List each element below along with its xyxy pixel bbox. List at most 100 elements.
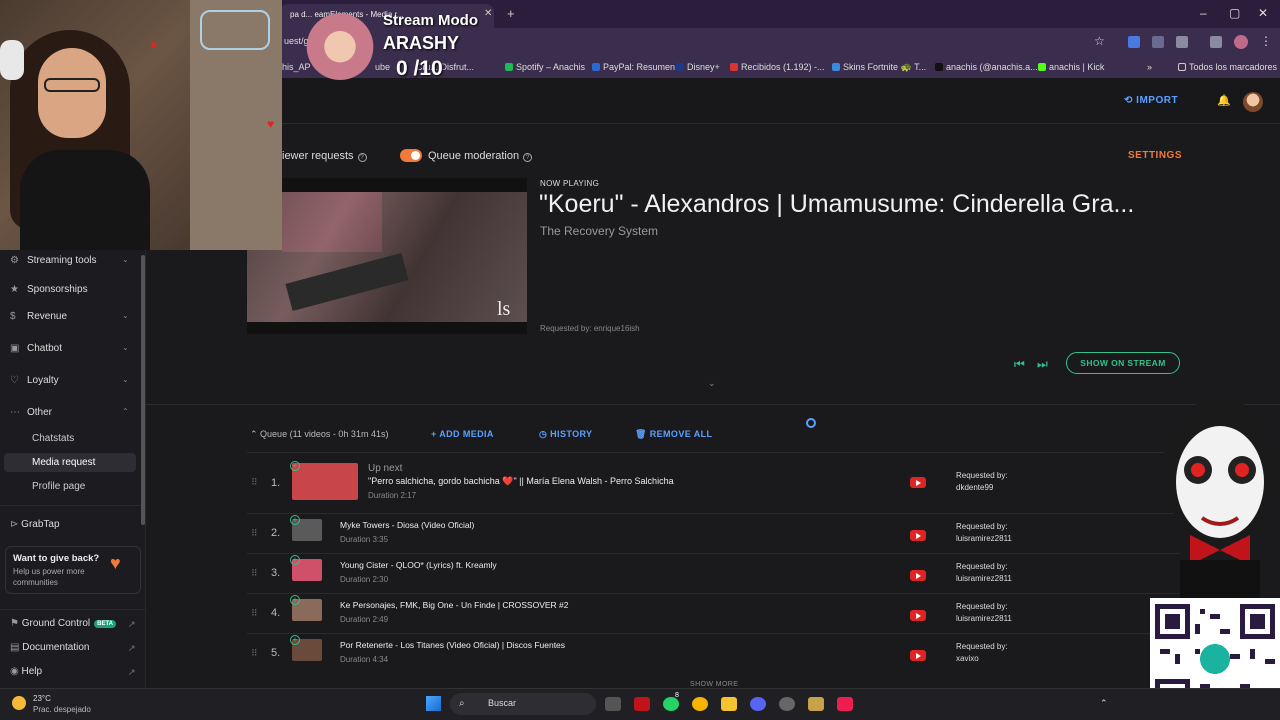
show-on-stream-button[interactable]: SHOW ON STREAM [1066,352,1180,374]
info-icon[interactable]: ? [357,153,367,162]
next-icon[interactable]: ⏭ [1037,357,1048,372]
minimize-icon[interactable]: – [1200,6,1207,20]
add-media-button[interactable]: + ADD MEDIA [431,429,494,439]
bookmark-star-icon[interactable]: ☆ [1094,34,1105,48]
sidebar-item-other[interactable]: ⋯ Other ⌃ [10,407,129,418]
windows-start-icon[interactable] [426,696,441,711]
bookmark-item[interactable]: anachis | Kick [1038,62,1104,72]
profile-icon[interactable] [1234,35,1248,49]
puzzle-icon[interactable] [1176,36,1188,48]
whatsapp-icon[interactable] [663,697,679,711]
sidebar-item-media-request[interactable]: Media request [32,457,95,468]
show-more-button[interactable]: SHOW MORE [690,681,738,688]
extension-icon[interactable] [1152,36,1164,48]
discord-icon[interactable] [750,697,766,711]
fortnite-icon [832,63,840,71]
stream-mode-counter: 0 /10 [396,57,443,80]
sidebar-item-grabtap[interactable]: ⊳ GrabTap [10,519,60,530]
close-tab-icon[interactable]: ✕ [484,8,492,19]
give-back-text: Help us power more [13,567,85,576]
approve-icon[interactable]: + [290,555,300,565]
requester-name: luisramirez2811 [956,614,1012,623]
youtube-icon [910,530,926,541]
sidebar-item-loyalty[interactable]: ♡ Loyalty ⌄ [10,375,129,386]
approve-icon[interactable]: + [290,515,300,525]
maximize-icon[interactable]: ▢ [1229,6,1240,20]
drag-handle-icon[interactable]: ⠿ [251,608,258,619]
drag-handle-icon[interactable]: ⠿ [251,528,258,539]
remove-all-button[interactable]: 🗑 REMOVE ALL [635,429,712,440]
paypal-icon [592,63,600,71]
divider [0,609,146,610]
youtube-icon [910,477,926,488]
bookmark-item[interactable]: Recibidos (1.192) -... [730,62,825,72]
approve-icon[interactable]: + [290,595,300,605]
give-back-card[interactable]: Want to give back? Help us power more co… [5,546,141,594]
chrome-icon[interactable] [692,697,708,711]
menu-dots-icon[interactable]: ⋮ [1260,34,1272,48]
folder-icon[interactable] [721,697,737,711]
tray-chevron-icon[interactable]: ⌃ [1100,698,1108,709]
approve-icon[interactable]: + [290,635,300,645]
weather-description: Prac. despejado [33,705,91,714]
sidebar-icon[interactable] [1210,36,1222,48]
bookmark-folder[interactable]: Todos los marcadores [1178,62,1277,72]
sidebar-item-revenue[interactable]: $ Revenue ⌄ [10,311,129,322]
chevron-down-icon[interactable]: ⌄ [708,378,716,389]
close-window-icon[interactable]: ✕ [1258,6,1268,20]
queue-row[interactable]: ⠿ 3. + Young Cister - QLOO* (Lyrics) ft.… [247,553,1180,593]
sidebar-item-chatstats[interactable]: Chatstats [32,433,74,444]
avatar-sticker [303,6,377,80]
requested-by-label: Requested by: [956,471,1008,480]
queue-moderation-toggle[interactable] [400,149,422,162]
documentation-link[interactable]: ▤ Documentation [10,642,90,653]
stream-mode-name: ARASHY [383,33,460,53]
task-view-icon[interactable] [605,697,621,711]
queue-row[interactable]: ⠿ 5. + Por Retenerte - Los Titanes (Vide… [247,633,1180,673]
youtube-icon [910,570,926,581]
drag-handle-icon[interactable]: ⠿ [251,477,258,488]
bell-icon[interactable]: 🔔 [1217,94,1231,107]
help-link[interactable]: ◉ Help [10,666,42,677]
ground-control-link[interactable]: ⚑ Ground Control BETA [10,618,117,629]
bookmark-item[interactable]: anachis (@anachis.a... [935,62,1038,72]
sidebar-item-chatbot[interactable]: ▣ Chatbot ⌄ [10,343,129,354]
bookmark-item[interactable]: Spotify – Anachis [505,62,585,72]
bookmark-item[interactable]: PayPal: Resumen [592,62,675,72]
drag-handle-icon[interactable]: ⠿ [251,648,258,659]
chevron-down-icon: ⌄ [122,255,129,264]
approve-icon[interactable]: + [290,461,300,471]
bookmark-item[interactable]: Skins Fortnite 🐢 T... [832,62,926,73]
new-tab-button[interactable]: + [507,6,515,21]
queue-row[interactable]: ⠿ 1. + Up next "Perro salchicha, gordo b… [247,452,1180,513]
import-button[interactable]: ⟲ IMPORT [1124,95,1178,106]
requester-name: luisramirez2811 [956,574,1012,583]
divider [146,404,1280,405]
now-playing-video[interactable]: ls [247,178,527,334]
sidebar-item-streaming-tools[interactable]: ⚙ Streaming tools ⌄ [10,255,129,266]
tiktok-icon[interactable] [837,697,853,711]
obs-icon[interactable] [779,697,795,711]
queue-toggle[interactable]: ⌃ Queue (11 videos - 0h 31m 41s) [250,429,388,440]
sidebar-item-profile-page[interactable]: Profile page [32,481,85,492]
queue-item-title: Por Retenerte - Los Titanes (Video Ofici… [340,640,566,650]
info-icon[interactable]: ? [523,153,533,162]
heart-icon: ♥ [150,38,158,52]
extension-icon[interactable] [1128,36,1140,48]
sidebar-scrollbar[interactable] [141,255,145,525]
bookmark-item[interactable]: ube [375,62,390,72]
taskbar-search[interactable]: Buscar [450,693,596,715]
video-thumbnail [292,463,358,500]
app-icon[interactable] [808,697,824,711]
sidebar-item-sponsorships[interactable]: ★ Sponsorships [10,284,88,295]
settings-button[interactable]: SETTINGS [1128,150,1182,161]
bookmarks-overflow[interactable]: » [1147,62,1152,72]
drag-handle-icon[interactable]: ⠿ [251,568,258,579]
bookmark-item[interactable]: Disney+ [676,62,720,72]
queue-row[interactable]: ⠿ 2. + Myke Towers - Diosa (Video Oficia… [247,513,1180,553]
avatar[interactable] [1243,92,1263,112]
history-button[interactable]: ◷ HISTORY [539,429,592,440]
previous-icon[interactable]: ⏮ [1014,357,1025,372]
illustrator-icon[interactable] [634,697,650,711]
queue-row[interactable]: ⠿ 4. + Ke Personajes, FMK, Big One - Un … [247,593,1180,633]
